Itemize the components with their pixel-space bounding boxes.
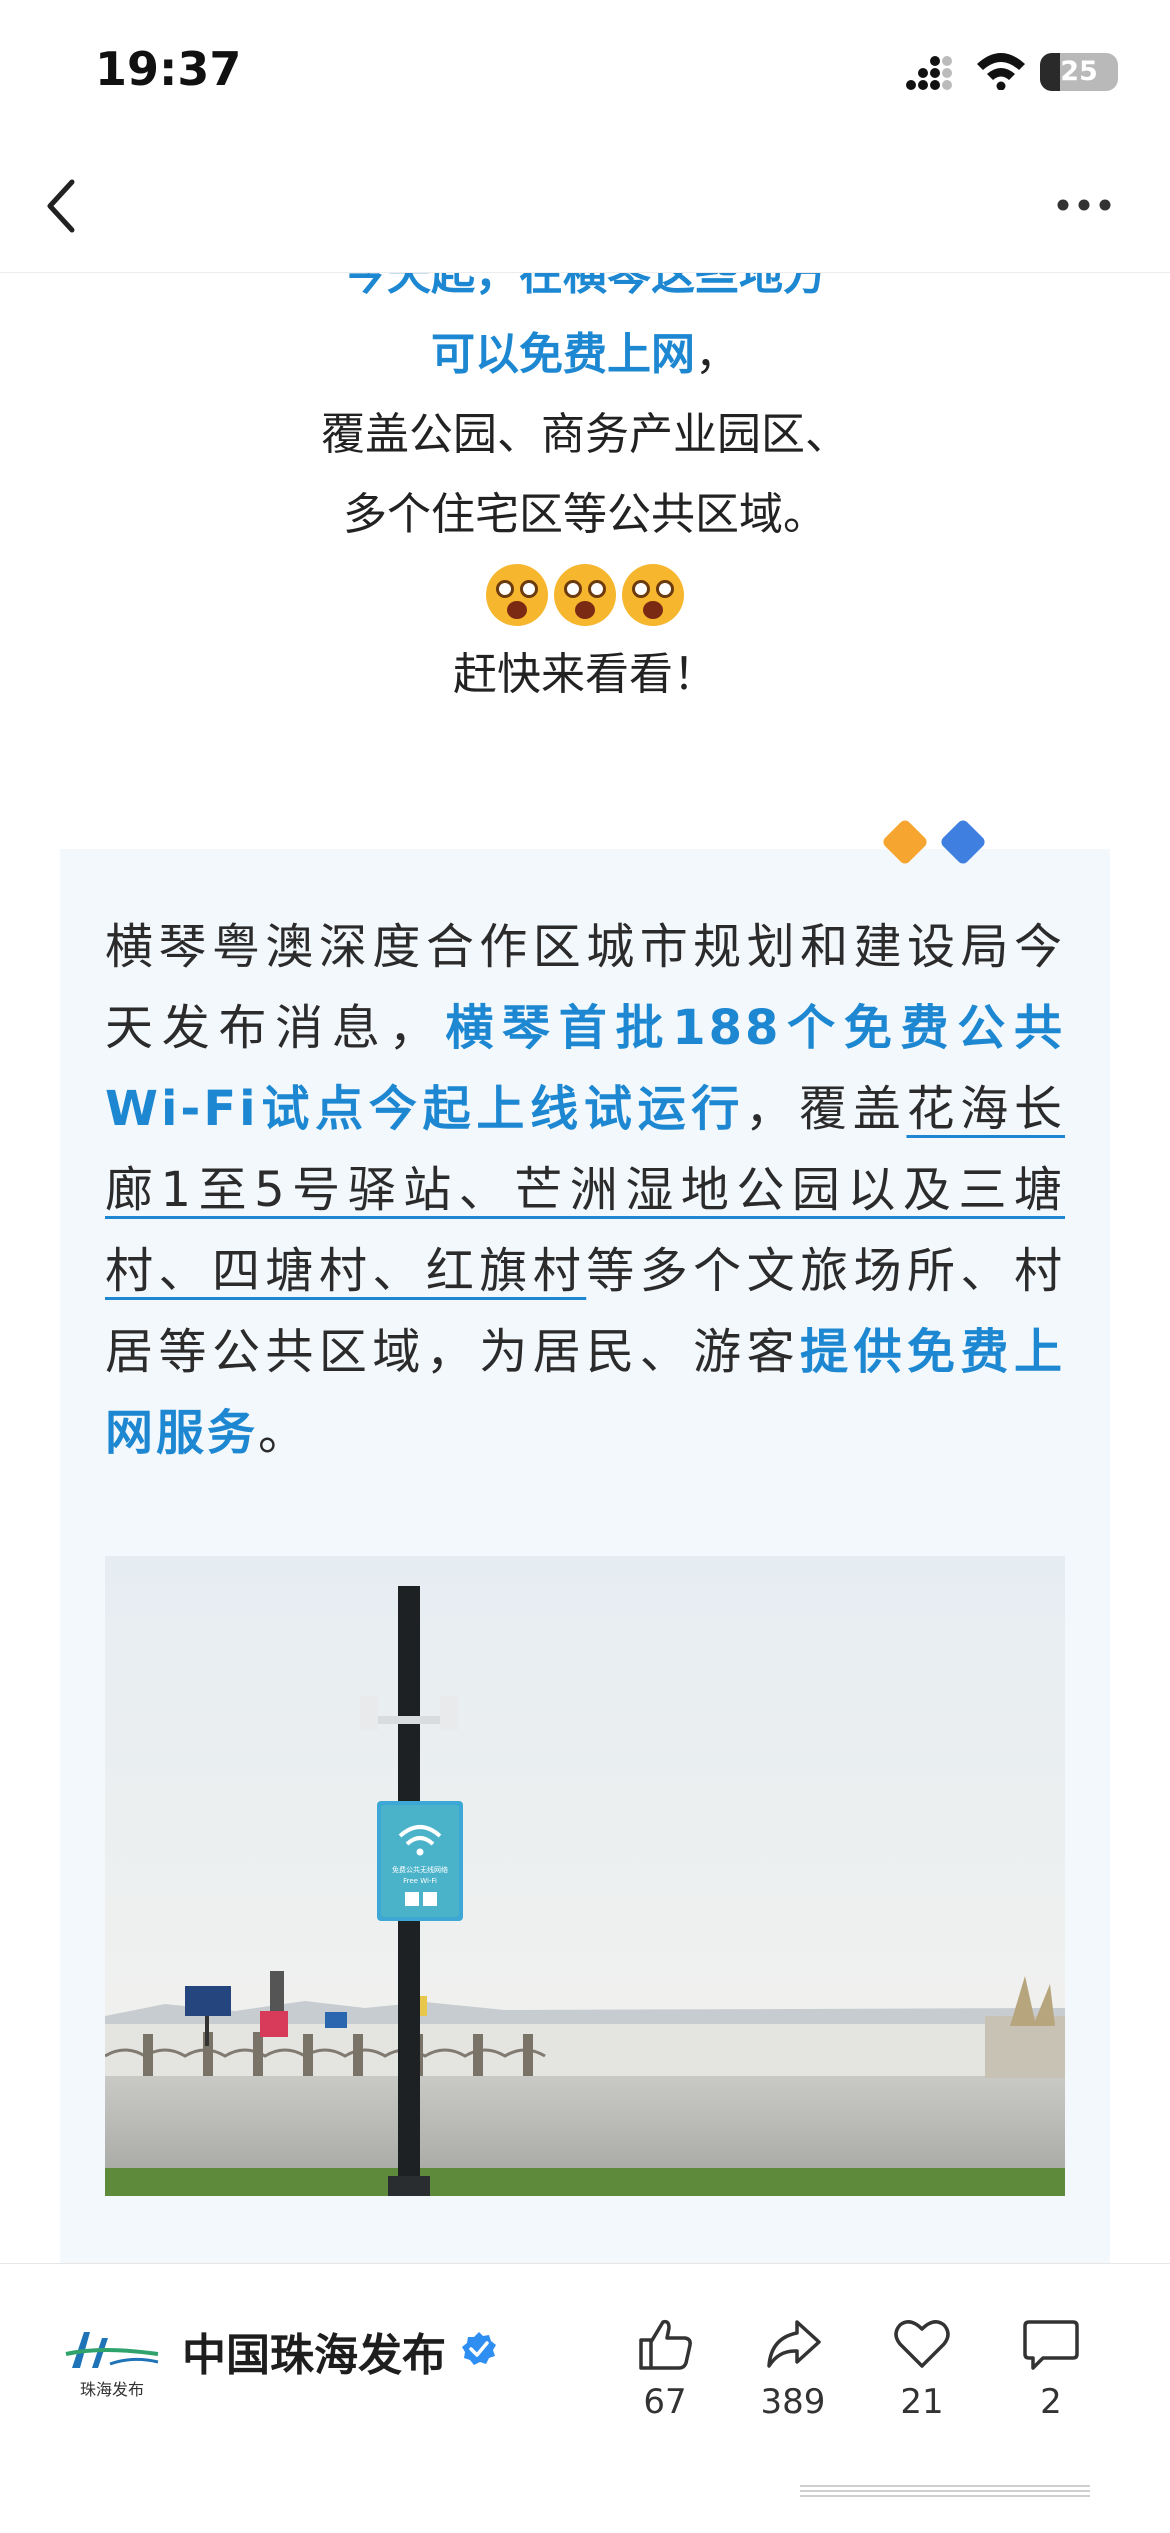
sign-subtitle: Free Wi-Fi	[403, 1877, 437, 1885]
intro-cut-line: 今天起，在横琴这些地方	[343, 273, 827, 300]
orange-diamond-icon	[880, 817, 930, 867]
share-count: 389	[760, 2382, 826, 2422]
intro-line-3: 多个住宅区等公共区域。	[343, 489, 827, 540]
like-count: 67	[643, 2382, 687, 2422]
nav-bar	[0, 150, 1170, 273]
like-button[interactable]: 67	[610, 2314, 720, 2422]
status-time: 19:37	[95, 42, 242, 96]
home-indicator	[800, 2485, 1090, 2497]
heart-icon	[894, 2320, 950, 2368]
news-card: 横琴粤澳深度合作区城市规划和建设局今天发布消息，横琴首批188个免费公共Wi-F…	[60, 817, 1110, 2263]
surprised-face-emoji-icon	[486, 564, 548, 626]
logo-caption: 珠海发布	[79, 2380, 144, 2399]
news-text-4: 。	[258, 1405, 310, 1461]
news-paragraph: 横琴粤澳深度合作区城市规划和建设局今天发布消息，横琴首批188个免费公共Wi-F…	[105, 907, 1065, 1474]
cellular-signal-icon	[906, 56, 952, 90]
surprised-face-emoji-icon	[554, 564, 616, 626]
back-arrow-icon[interactable]	[40, 176, 90, 236]
article-content: 今天起，在横琴这些地方 可以免费上网， 覆盖公园、商务产业园区、 多个住宅区等公…	[0, 273, 1170, 2263]
intro-line-2: 覆盖公园、商务产业园区、	[321, 409, 849, 460]
surprised-face-emoji-icon	[622, 564, 684, 626]
intro-line-4: 赶快来看看！	[453, 649, 717, 700]
intro-highlight: 可以免费上网	[431, 329, 695, 380]
thumbs-up-icon	[639, 2319, 692, 2370]
comment-count: 2	[1040, 2382, 1062, 2422]
account-name[interactable]: 中国珠海发布	[182, 2319, 446, 2383]
favorite-button[interactable]: 21	[867, 2314, 977, 2422]
intro-text: 今天起，在横琴这些地方 可以免费上网， 覆盖公园、商务产业园区、 多个住宅区等公…	[0, 273, 1170, 715]
share-button[interactable]: 389	[738, 2314, 848, 2422]
share-arrow-icon	[767, 2320, 821, 2368]
intro-line-1-rest: ，	[695, 329, 739, 380]
account-avatar[interactable]: 珠海发布	[62, 2324, 162, 2404]
verified-badge-icon	[462, 2332, 496, 2365]
battery-icon: 25	[1040, 53, 1118, 91]
wifi-icon	[977, 53, 1025, 90]
wifi-pole-photo[interactable]: 免费公共无线网络 Free Wi-Fi	[105, 1556, 1065, 2196]
more-options-icon[interactable]	[1055, 195, 1113, 215]
sign-title: 免费公共无线网络	[392, 1865, 448, 1874]
comment-bubble-icon	[1023, 2320, 1079, 2370]
intro-line-1: 可以免费上网，	[0, 315, 1170, 395]
news-text-2: ，覆盖	[745, 1081, 907, 1137]
battery-percent: 25	[1060, 56, 1098, 87]
favorite-count: 21	[900, 2382, 944, 2422]
emoji-row	[0, 555, 1170, 635]
comment-button[interactable]: 2	[996, 2314, 1106, 2422]
status-bar: 19:37 25	[0, 0, 1170, 150]
zhuhai-logo-icon	[65, 2332, 159, 2368]
photo-illustration: 免费公共无线网络 Free Wi-Fi	[105, 1556, 1065, 2196]
blue-diamond-icon	[938, 817, 988, 867]
